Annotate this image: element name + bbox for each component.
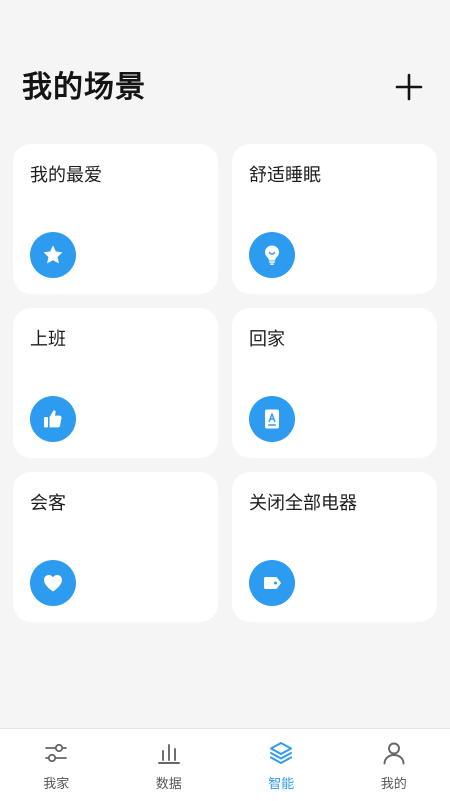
tab-label: 智能 xyxy=(225,773,338,792)
scene-card-home[interactable]: 回家 xyxy=(232,308,437,458)
scene-card-label: 关闭全部电器 xyxy=(249,489,357,515)
user-icon xyxy=(381,740,407,766)
heart-icon xyxy=(30,560,76,606)
scene-card-work[interactable]: 上班 xyxy=(13,308,218,458)
scene-card-label: 会客 xyxy=(30,489,66,515)
scene-card-favorite[interactable]: 我的最爱 xyxy=(13,144,218,294)
header: 我的场景 xyxy=(0,0,450,130)
scene-card-label: 舒适睡眠 xyxy=(249,161,321,187)
tab-home[interactable]: 我家 xyxy=(0,729,113,801)
bar-chart-icon xyxy=(156,740,182,766)
lightbulb-icon xyxy=(249,232,295,278)
tab-label: 我的 xyxy=(338,773,450,792)
scene-card-label: 回家 xyxy=(249,325,285,351)
sliders-icon xyxy=(43,740,69,766)
scene-card-guest[interactable]: 会客 xyxy=(13,472,218,622)
add-scene-button[interactable] xyxy=(392,70,426,104)
book-icon xyxy=(249,396,295,442)
scene-card-sleep[interactable]: 舒适睡眠 xyxy=(232,144,437,294)
star-icon xyxy=(30,232,76,278)
plus-icon xyxy=(392,70,426,104)
layers-icon xyxy=(268,740,294,766)
tab-data[interactable]: 数据 xyxy=(113,729,226,801)
scene-card-label: 上班 xyxy=(30,325,66,351)
tab-profile[interactable]: 我的 xyxy=(338,729,450,801)
bottom-tab-bar: 我家 数据 智能 我的 xyxy=(0,728,450,801)
page-title: 我的场景 xyxy=(22,62,146,106)
thumbs-up-icon xyxy=(30,396,76,442)
scene-card-label: 我的最爱 xyxy=(30,161,102,187)
tab-smart[interactable]: 智能 xyxy=(225,729,338,801)
tab-label: 我家 xyxy=(0,773,113,792)
tab-label: 数据 xyxy=(113,773,226,792)
tag-icon xyxy=(249,560,295,606)
scene-card-all-off[interactable]: 关闭全部电器 xyxy=(232,472,437,622)
